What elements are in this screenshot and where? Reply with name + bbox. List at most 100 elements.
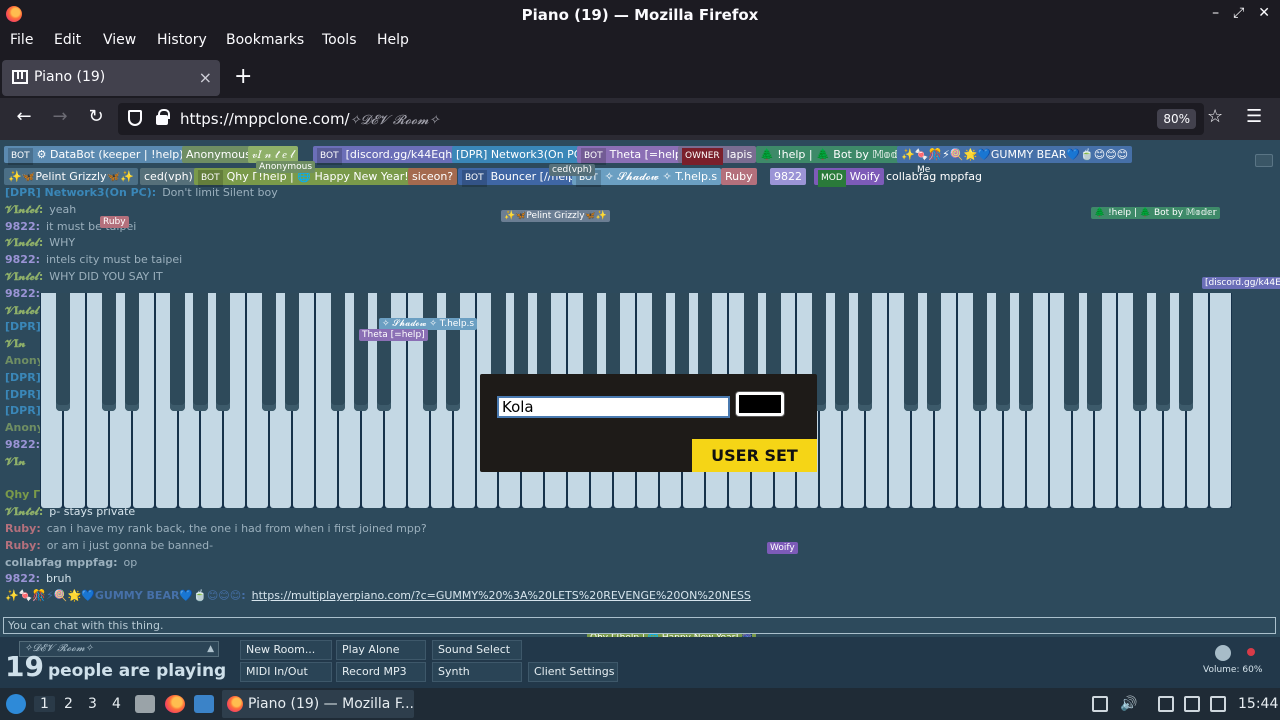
synth-button[interactable]: Synth bbox=[432, 662, 522, 682]
piano-favicon-icon bbox=[12, 70, 28, 84]
user-badge[interactable]: ✨🍬🎊⚡🍭🌟💙GUMMY BEAR💙🍵😊😊😊 bbox=[897, 146, 1133, 163]
user-badge[interactable]: ced(vph) bbox=[140, 168, 197, 185]
black-key[interactable] bbox=[1156, 293, 1171, 411]
reload-icon[interactable]: ↻ bbox=[84, 106, 108, 127]
terminal-icon[interactable] bbox=[194, 695, 214, 713]
menu-help[interactable]: Help bbox=[377, 32, 409, 48]
minimize-icon[interactable]: – bbox=[1212, 5, 1219, 21]
record-mp3-button[interactable]: Record MP3 bbox=[336, 662, 426, 682]
menu-bookmarks[interactable]: Bookmarks bbox=[226, 32, 304, 48]
menu-history[interactable]: History bbox=[157, 32, 207, 48]
chat-text: can i have my rank back, the one i had f… bbox=[46, 522, 427, 535]
user-badge[interactable]: BOT Theta [=help] bbox=[577, 146, 691, 165]
black-key[interactable] bbox=[835, 293, 850, 411]
black-key[interactable] bbox=[101, 293, 116, 411]
lock-icon[interactable] bbox=[156, 109, 170, 125]
black-key[interactable] bbox=[1087, 293, 1102, 411]
workspace-1[interactable]: 1 bbox=[34, 696, 55, 712]
menu-tools[interactable]: Tools bbox=[322, 32, 357, 48]
black-key[interactable] bbox=[1064, 293, 1079, 411]
white-key[interactable] bbox=[1210, 293, 1231, 508]
black-key[interactable] bbox=[353, 293, 369, 411]
menu-edit[interactable]: Edit bbox=[54, 32, 81, 48]
black-key[interactable] bbox=[1179, 293, 1194, 411]
user-badge[interactable]: collabfag mppfag bbox=[882, 168, 986, 185]
record-indicator bbox=[1247, 648, 1255, 656]
zoom-level[interactable]: 80% bbox=[1157, 109, 1196, 129]
black-key[interactable] bbox=[285, 293, 300, 411]
chat-author: 9822: bbox=[5, 219, 41, 233]
black-key[interactable] bbox=[972, 293, 987, 411]
black-key[interactable] bbox=[170, 293, 185, 411]
display-icon[interactable] bbox=[1184, 696, 1200, 712]
back-icon[interactable]: ← bbox=[12, 106, 36, 127]
chat-message: 𝓥𝐈𝓷𝓽𝓮𝓵: WHY bbox=[5, 234, 75, 252]
black-key[interactable] bbox=[926, 293, 942, 411]
new-tab-icon[interactable]: + bbox=[234, 64, 252, 89]
black-key[interactable] bbox=[330, 293, 346, 411]
clipboard-icon[interactable] bbox=[1092, 696, 1108, 712]
user-badge[interactable]: [DPR] Network3(On PC) bbox=[452, 146, 590, 163]
black-key[interactable] bbox=[376, 293, 391, 411]
midi-in-out-button[interactable]: MIDI In/Out bbox=[240, 662, 332, 682]
black-key[interactable] bbox=[1018, 293, 1033, 411]
volume-knob[interactable] bbox=[1215, 645, 1231, 661]
user-badge[interactable]: MOD Woify bbox=[814, 168, 884, 187]
chat-input[interactable]: You can chat with this thing. bbox=[3, 617, 1276, 634]
play-alone-button[interactable]: Play Alone bbox=[336, 640, 426, 660]
app-menu-icon[interactable]: ☰ bbox=[1246, 106, 1262, 127]
black-key[interactable] bbox=[55, 293, 71, 411]
black-key[interactable] bbox=[903, 293, 919, 411]
taskbar-firefox-task[interactable]: Piano (19) — Mozilla F... bbox=[222, 690, 414, 718]
user-badge[interactable]: BOT [discord.gg/k44Eqha] bbox=[313, 146, 468, 165]
black-key[interactable] bbox=[1133, 293, 1148, 411]
client-settings-button[interactable]: Client Settings bbox=[528, 662, 618, 682]
new-room-button[interactable]: New Room... bbox=[240, 640, 332, 660]
black-key[interactable] bbox=[995, 293, 1010, 411]
chat-message: 9822: bruh bbox=[5, 570, 71, 588]
tracking-shield-icon[interactable] bbox=[128, 110, 142, 126]
chat-toggle-icon[interactable] bbox=[1255, 154, 1273, 167]
workspace-4[interactable]: 4 bbox=[112, 696, 121, 712]
volume-icon[interactable]: 🔊 bbox=[1120, 696, 1137, 712]
black-key[interactable] bbox=[262, 293, 277, 411]
chat-link[interactable]: https://multiplayerpiano.com/?c=GUMMY%20… bbox=[252, 589, 751, 602]
notes-icon[interactable] bbox=[1158, 696, 1174, 712]
black-key[interactable] bbox=[124, 293, 139, 411]
black-key[interactable] bbox=[422, 293, 437, 411]
close-window-icon[interactable]: ✕ bbox=[1258, 5, 1270, 21]
forward-icon[interactable]: → bbox=[48, 106, 72, 127]
sound-select-button[interactable]: Sound Select bbox=[432, 640, 522, 660]
bookmark-star-icon[interactable]: ☆ bbox=[1207, 106, 1223, 127]
tab-close-icon[interactable]: × bbox=[199, 68, 212, 87]
black-key[interactable] bbox=[193, 293, 208, 411]
user-name: ✨🍬🎊⚡🍭🌟💙GUMMY BEAR💙🍵😊😊😊 bbox=[901, 148, 1129, 161]
user-badge[interactable]: siceon? bbox=[408, 168, 458, 185]
black-key[interactable] bbox=[445, 293, 460, 411]
menu-view[interactable]: View bbox=[103, 32, 136, 48]
username-input[interactable] bbox=[497, 396, 730, 418]
user-color-picker[interactable] bbox=[736, 392, 784, 416]
user-badge[interactable]: BOT ⚙ DataBot (keeper | !help) ⚙ bbox=[4, 146, 201, 165]
url-text[interactable]: https://mppclone.com/✧𝓓𝓔𝓥 𝓡𝓸𝓸𝓶✧ bbox=[180, 110, 440, 128]
black-key[interactable] bbox=[858, 293, 873, 411]
restore-icon[interactable]: ⤢ bbox=[1233, 5, 1244, 21]
url-bar[interactable]: https://mppclone.com/✧𝓓𝓔𝓥 𝓡𝓸𝓸𝓶✧ 80% bbox=[118, 103, 1204, 135]
menu-file[interactable]: File bbox=[10, 32, 33, 48]
user-badge[interactable]: 🌲 !help | 🌲 Bot by 𝕄𝕠𝕕𝕖𝕣 bbox=[756, 146, 915, 163]
chat-message-link: ✨🍬🎊⚡🍭🌟💙GUMMY BEAR💙🍵😊😊😊: https://multiplay… bbox=[5, 587, 751, 605]
workspace-3[interactable]: 3 bbox=[88, 696, 97, 712]
user-badge[interactable]: 9822 bbox=[770, 168, 806, 185]
user-badge[interactable]: Ruby bbox=[721, 168, 757, 185]
network-icon[interactable] bbox=[1210, 696, 1226, 712]
user-badge[interactable]: ✨🦋Pelint Grizzly🦋✨ bbox=[4, 168, 138, 185]
user-badge[interactable]: OWNER lapis bbox=[678, 146, 757, 165]
user-badge[interactable]: Anonymous bbox=[182, 146, 255, 163]
firefox-launcher-icon[interactable] bbox=[165, 695, 185, 713]
tab-piano[interactable]: Piano (19) × bbox=[2, 60, 220, 96]
file-manager-icon[interactable] bbox=[135, 695, 155, 713]
start-menu-icon[interactable] bbox=[6, 694, 26, 714]
black-key[interactable] bbox=[216, 293, 231, 411]
workspace-2[interactable]: 2 bbox=[64, 696, 73, 712]
user-set-button[interactable]: USER SET bbox=[692, 439, 817, 472]
